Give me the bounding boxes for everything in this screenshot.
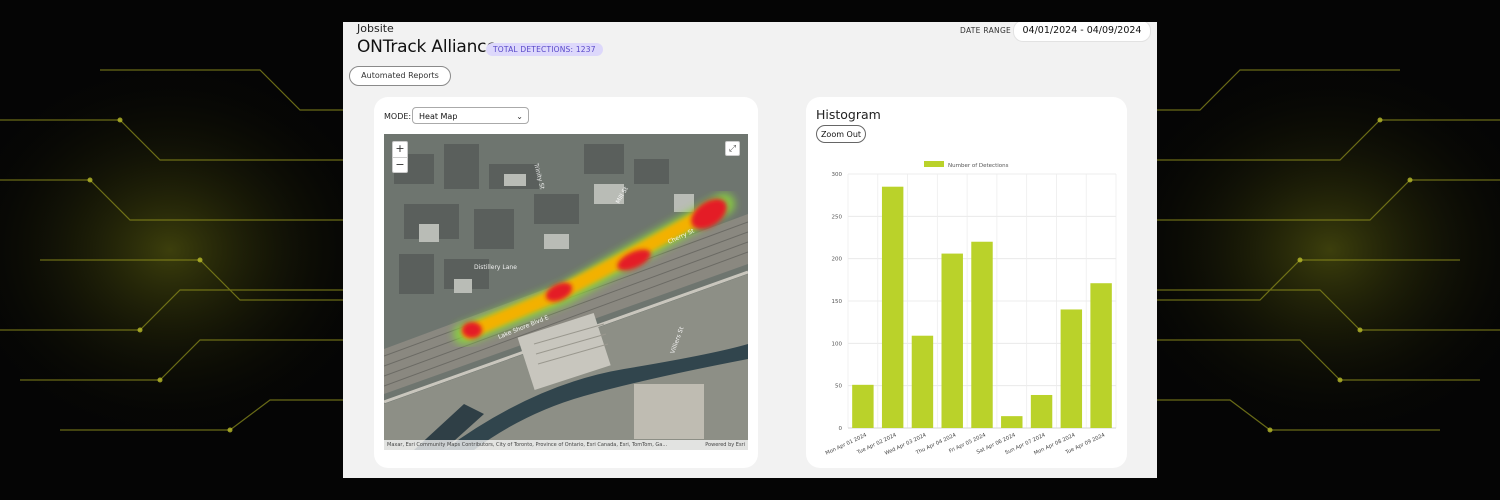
legend-label: Number of Detections <box>948 163 1009 169</box>
y-tick-label: 0 <box>839 426 843 432</box>
y-tick-label: 100 <box>832 341 843 347</box>
histogram-bar <box>1001 416 1023 428</box>
chevron-down-icon: ⌄ <box>516 112 523 121</box>
date-range-picker[interactable]: 04/01/2024 - 04/09/2024 <box>1013 22 1151 42</box>
legend-swatch <box>924 161 944 167</box>
heat-map[interactable]: Lake Shore Blvd E Cherry St Mill St Dist… <box>384 134 748 450</box>
histogram-chart[interactable]: Number of Detections050100150200250300Mo… <box>806 97 1127 468</box>
mode-select[interactable]: Heat Map ⌄ <box>412 107 529 124</box>
page-title: ONTrack Alliance <box>357 37 497 57</box>
histogram-card: Histogram Zoom Out Number of Detections 0… <box>806 97 1127 468</box>
jobsite-label: Jobsite <box>357 22 394 35</box>
histogram-bar <box>1030 394 1053 428</box>
histogram-bar <box>1060 309 1083 428</box>
zoom-in-button[interactable]: + <box>393 142 407 158</box>
powered-by-text[interactable]: Powered by Esri <box>705 440 745 450</box>
mode-select-value: Heat Map <box>419 112 458 121</box>
histogram-bar <box>971 241 993 428</box>
street-label: Distillery Lane <box>474 264 517 271</box>
zoom-out-map-button[interactable]: − <box>393 158 407 173</box>
y-tick-label: 200 <box>832 257 843 263</box>
histogram-bar <box>911 335 934 428</box>
map-attribution: Maxar, Esri Community Maps Contributors,… <box>384 440 748 450</box>
satellite-imagery: Lake Shore Blvd E Cherry St Mill St Dist… <box>384 134 748 450</box>
automated-reports-button[interactable]: Automated Reports <box>349 66 451 86</box>
histogram-bar <box>852 384 874 428</box>
histogram-bar <box>941 253 963 428</box>
y-tick-label: 300 <box>832 172 843 178</box>
histogram-bar <box>881 186 904 428</box>
attribution-text: Maxar, Esri Community Maps Contributors,… <box>387 442 668 448</box>
fullscreen-icon[interactable]: ⤢ <box>725 141 740 156</box>
date-range-label: DATE RANGE <box>960 26 1012 35</box>
total-detections-badge: TOTAL DETECTIONS: 1237 <box>486 43 603 56</box>
map-card: MODE: Heat Map ⌄ Lake Shore Blvd E Cherr… <box>374 97 758 468</box>
mode-label: MODE: <box>384 112 412 121</box>
histogram-bar <box>1090 283 1112 428</box>
y-tick-label: 250 <box>832 214 843 220</box>
y-tick-label: 150 <box>832 299 843 305</box>
map-zoom-control: + − <box>392 141 408 173</box>
app-window: Jobsite ONTrack Alliance TOTAL DETECTION… <box>343 22 1157 478</box>
y-tick-label: 50 <box>835 384 842 390</box>
